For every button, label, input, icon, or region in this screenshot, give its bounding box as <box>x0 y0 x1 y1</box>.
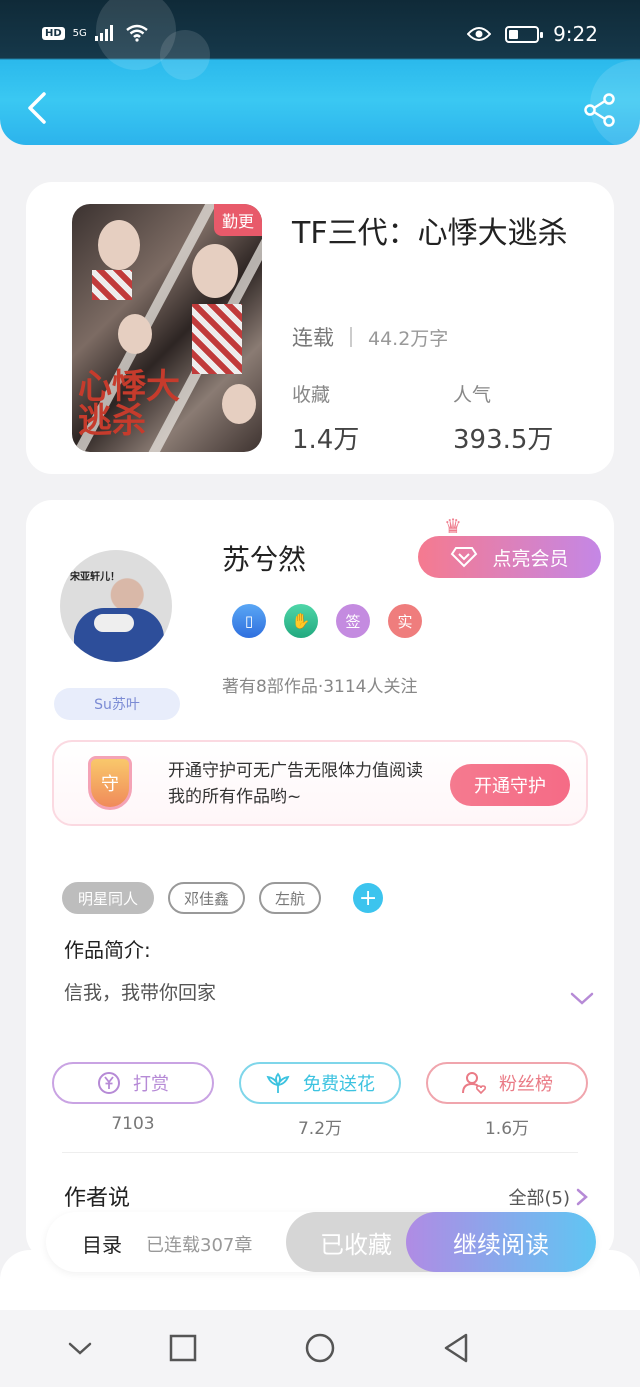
chapter-status: 已连载307章 <box>146 1235 253 1256</box>
tag-list: 明星同人 邓佳鑫 左航 + <box>62 882 384 914</box>
fan-user-icon <box>462 1072 487 1095</box>
eye-icon <box>467 27 492 41</box>
status-right: 9:22 <box>467 22 598 46</box>
favorites-stat: 收藏 1.4万 <box>292 380 359 456</box>
system-nav-bar <box>0 1310 640 1387</box>
status-bar: HD 5G 9:22 <box>0 0 640 60</box>
serial-status: 连载 <box>292 326 334 350</box>
vip-button[interactable]: 点亮会员 <box>418 536 601 578</box>
favorites-label: 收藏 <box>292 384 331 406</box>
book-cover[interactable]: 勤更 心悸大逃杀 <box>72 204 262 452</box>
author-stats: 著有8部作品·3114人关注 <box>222 677 418 697</box>
wifi-icon <box>126 24 148 42</box>
avatar-caption: 宋亚轩儿！ <box>70 572 120 583</box>
view-all-link[interactable]: 全部(5) <box>509 1184 589 1210</box>
fans-action[interactable]: 粉丝榜 1.6万 <box>426 1062 588 1139</box>
tag-category[interactable]: 明星同人 <box>62 882 155 914</box>
author-name[interactable]: 苏兮然 <box>222 538 306 578</box>
chevron-right-icon <box>576 1188 588 1206</box>
flower-icon <box>266 1072 290 1093</box>
square-icon[interactable] <box>165 1330 201 1366</box>
guard-banner: 守 开通守护可无广告无限体力值阅读我的所有作品哟~ 开通守护 <box>52 740 588 826</box>
popularity-value: 393.5万 <box>453 425 554 455</box>
network-type: 5G <box>72 27 87 39</box>
divider <box>62 1152 578 1153</box>
diamond-icon <box>451 547 478 568</box>
phone-badge-icon: ▯ <box>232 604 266 638</box>
meta-divider <box>350 327 352 347</box>
intro-text: 信我，我带你回家 <box>64 982 217 1004</box>
fan-rank-button[interactable]: 粉丝榜 <box>426 1062 588 1104</box>
yen-icon <box>98 1072 120 1094</box>
triangle-back-icon[interactable] <box>438 1330 474 1366</box>
cover-decor <box>98 220 140 270</box>
chevron-down-icon[interactable] <box>570 992 594 1006</box>
reward-action[interactable]: 打赏 7103 <box>52 1062 214 1139</box>
open-guard-button[interactable]: 开通守护 <box>450 764 570 806</box>
fans-count: 1.6万 <box>484 1119 530 1139</box>
view-all-label: 全部(5) <box>508 1188 571 1209</box>
fans-label: 粉丝榜 <box>499 1074 553 1095</box>
signal-icon <box>94 25 113 41</box>
send-flower-button[interactable]: 免费送花 <box>239 1062 401 1104</box>
author-card: 宋亚轩儿！ Su苏叶 苏兮然 ♛ 点亮会员 ▯ ✋ 签 实 著有8部作品·311… <box>26 500 614 1260</box>
popularity-stat: 人气 393.5万 <box>453 380 553 456</box>
flower-count: 7.2万 <box>297 1119 343 1139</box>
share-button[interactable] <box>582 92 618 128</box>
author-badges: ▯ ✋ 签 实 <box>232 604 422 638</box>
cover-decor <box>192 304 242 374</box>
avatar-decor <box>74 608 164 662</box>
handshake-badge-icon: ✋ <box>284 604 318 638</box>
nickname-badge: Su苏叶 <box>54 688 180 720</box>
hd-icon: HD <box>42 26 65 40</box>
plus-icon[interactable]: + <box>353 883 384 913</box>
status-left: HD 5G <box>42 24 149 42</box>
flower-action[interactable]: 免费送花 7.2万 <box>239 1062 401 1139</box>
author-say-heading: 作者说 <box>64 1186 131 1211</box>
crown-icon: ♛ <box>444 514 462 538</box>
action-row: 打赏 7103 免费送花 7.2万 粉丝榜 1.6万 <box>52 1062 588 1139</box>
book-meta: 连载 44.2万字 <box>292 322 448 352</box>
shield-icon: 守 <box>88 756 132 810</box>
book-info-card: 勤更 心悸大逃杀 TF三代：心悸大逃杀 连载 44.2万字 收藏 1.4万 人气… <box>26 182 614 474</box>
intro-label: 作品简介: <box>64 938 151 962</box>
flower-label: 免费送花 <box>303 1074 375 1095</box>
toc-button[interactable]: 目录 <box>82 1229 122 1258</box>
sign-badge: 签 <box>336 604 370 638</box>
reward-button[interactable]: 打赏 <box>52 1062 214 1104</box>
vip-button-label: 点亮会员 <box>492 547 569 570</box>
battery-level <box>509 29 519 39</box>
back-button[interactable] <box>20 88 56 128</box>
cover-decor <box>118 314 152 354</box>
reward-count: 7103 <box>111 1114 155 1134</box>
top-header: HD 5G 9:22 <box>0 0 640 145</box>
author-avatar[interactable]: 宋亚轩儿！ <box>60 550 172 662</box>
circle-icon[interactable] <box>302 1330 338 1366</box>
word-count: 44.2万字 <box>368 327 449 350</box>
real-name-badge: 实 <box>388 604 422 638</box>
cover-title-art: 心悸大逃杀 <box>78 367 180 441</box>
cover-decor <box>92 270 132 300</box>
reading-action-bar: 目录 已连载307章 已收藏 继续阅读 <box>46 1212 596 1272</box>
clock: 9:22 <box>553 22 598 46</box>
tag-item[interactable]: 邓佳鑫 <box>168 882 246 914</box>
reward-label: 打赏 <box>133 1074 169 1095</box>
battery-icon <box>505 25 544 43</box>
guard-text: 开通守护可无广告无限体力值阅读我的所有作品哟~ <box>168 761 423 807</box>
book-title: TF三代：心悸大逃杀 <box>292 216 568 251</box>
chevron-down-icon[interactable] <box>62 1330 98 1366</box>
cover-decor <box>192 244 238 298</box>
favorites-value: 1.4万 <box>292 425 360 455</box>
tag-item[interactable]: 左航 <box>259 882 322 914</box>
update-tag: 勤更 <box>213 204 262 236</box>
cover-decor <box>222 384 256 424</box>
collected-label: 已收藏 <box>320 1230 392 1259</box>
popularity-label: 人气 <box>453 384 492 406</box>
continue-reading-button[interactable]: 继续阅读 <box>406 1212 596 1272</box>
